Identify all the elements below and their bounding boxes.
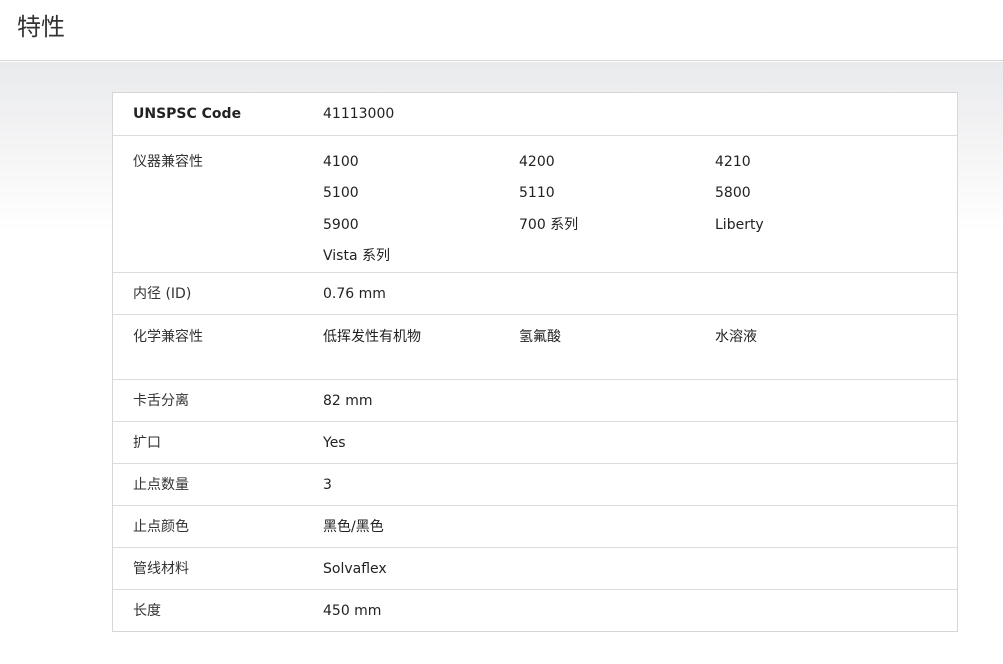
spec-label: 扩口	[133, 435, 161, 451]
spec-value-item: 水溶液	[715, 329, 757, 345]
spec-value-item: 4200	[519, 154, 555, 170]
spec-value-item: 5110	[519, 185, 555, 202]
spec-value-item: 4100	[323, 154, 359, 170]
spec-label: UNSPSC Code	[133, 106, 242, 122]
spec-value: 41113000	[323, 106, 395, 122]
spec-value-item: 4210	[715, 154, 751, 170]
page-title: 特性	[17, 13, 65, 41]
spec-row-unspsc: UNSPSC Code 41113000	[113, 93, 957, 135]
spec-value-item: 5100	[323, 185, 359, 202]
spec-value-item: Vista 系列	[323, 247, 390, 264]
spec-value: 黑色/黑色	[323, 519, 384, 535]
spec-label-text: 内径 (ID)	[133, 286, 192, 302]
spec-label: 内径 (ID)	[113, 273, 323, 314]
spec-label: 卡舌分离	[133, 393, 189, 409]
spec-row-stop-count: 止点数量 3	[113, 463, 957, 505]
spec-value-item: 氢氟酸	[519, 329, 561, 345]
spec-label: 化学兼容性	[133, 329, 203, 345]
spec-value: Solvaflex	[323, 561, 387, 577]
spec-value-item: 低挥发性有机物	[323, 329, 421, 345]
spec-row-tubing-material: 管线材料 Solvaflex	[113, 547, 957, 589]
spec-row-instrument-compatibility: 仪器兼容性 4100 4200 4210 5100 5110 5800 5900…	[113, 135, 957, 272]
spec-value: Yes	[323, 435, 346, 451]
spec-label: 止点数量	[133, 477, 189, 493]
spec-row-tab-separation: 卡舌分离 82 mm	[113, 379, 957, 421]
spec-label: 管线材料	[133, 561, 189, 577]
spec-value-item: 700 系列	[519, 216, 579, 233]
spec-value: 0.76 mm	[323, 286, 386, 302]
spec-value-item: Liberty	[715, 216, 764, 233]
spec-value-item: 5900	[323, 216, 359, 233]
spec-label: 止点颜色	[133, 519, 189, 535]
spec-row-flared: 扩口 Yes	[113, 421, 957, 463]
spec-value: 450 mm	[323, 603, 382, 619]
spec-label: 长度	[133, 603, 161, 619]
spec-value: 3	[323, 477, 332, 493]
spec-row-length: 长度 450 mm	[113, 589, 957, 631]
spec-value-list: 低挥发性有机物 氢氟酸 水溶液	[323, 315, 957, 379]
page-header: 特性	[0, 0, 1003, 61]
spec-row-stop-color: 止点颜色 黑色/黑色	[113, 505, 957, 547]
spec-value: 82 mm	[323, 393, 373, 409]
spec-value-item: 5800	[715, 185, 751, 202]
spec-row-inner-diameter: 内径 (ID) 0.76 mm	[113, 272, 957, 314]
spec-table: UNSPSC Code 41113000 仪器兼容性 4100 4200 421…	[112, 92, 958, 632]
spec-value-list: 4100 4200 4210 5100 5110 5800 5900 700 系…	[323, 136, 957, 272]
spec-row-chemical-compatibility: 化学兼容性 低挥发性有机物 氢氟酸 水溶液	[113, 314, 957, 379]
spec-label: 仪器兼容性	[133, 154, 203, 170]
